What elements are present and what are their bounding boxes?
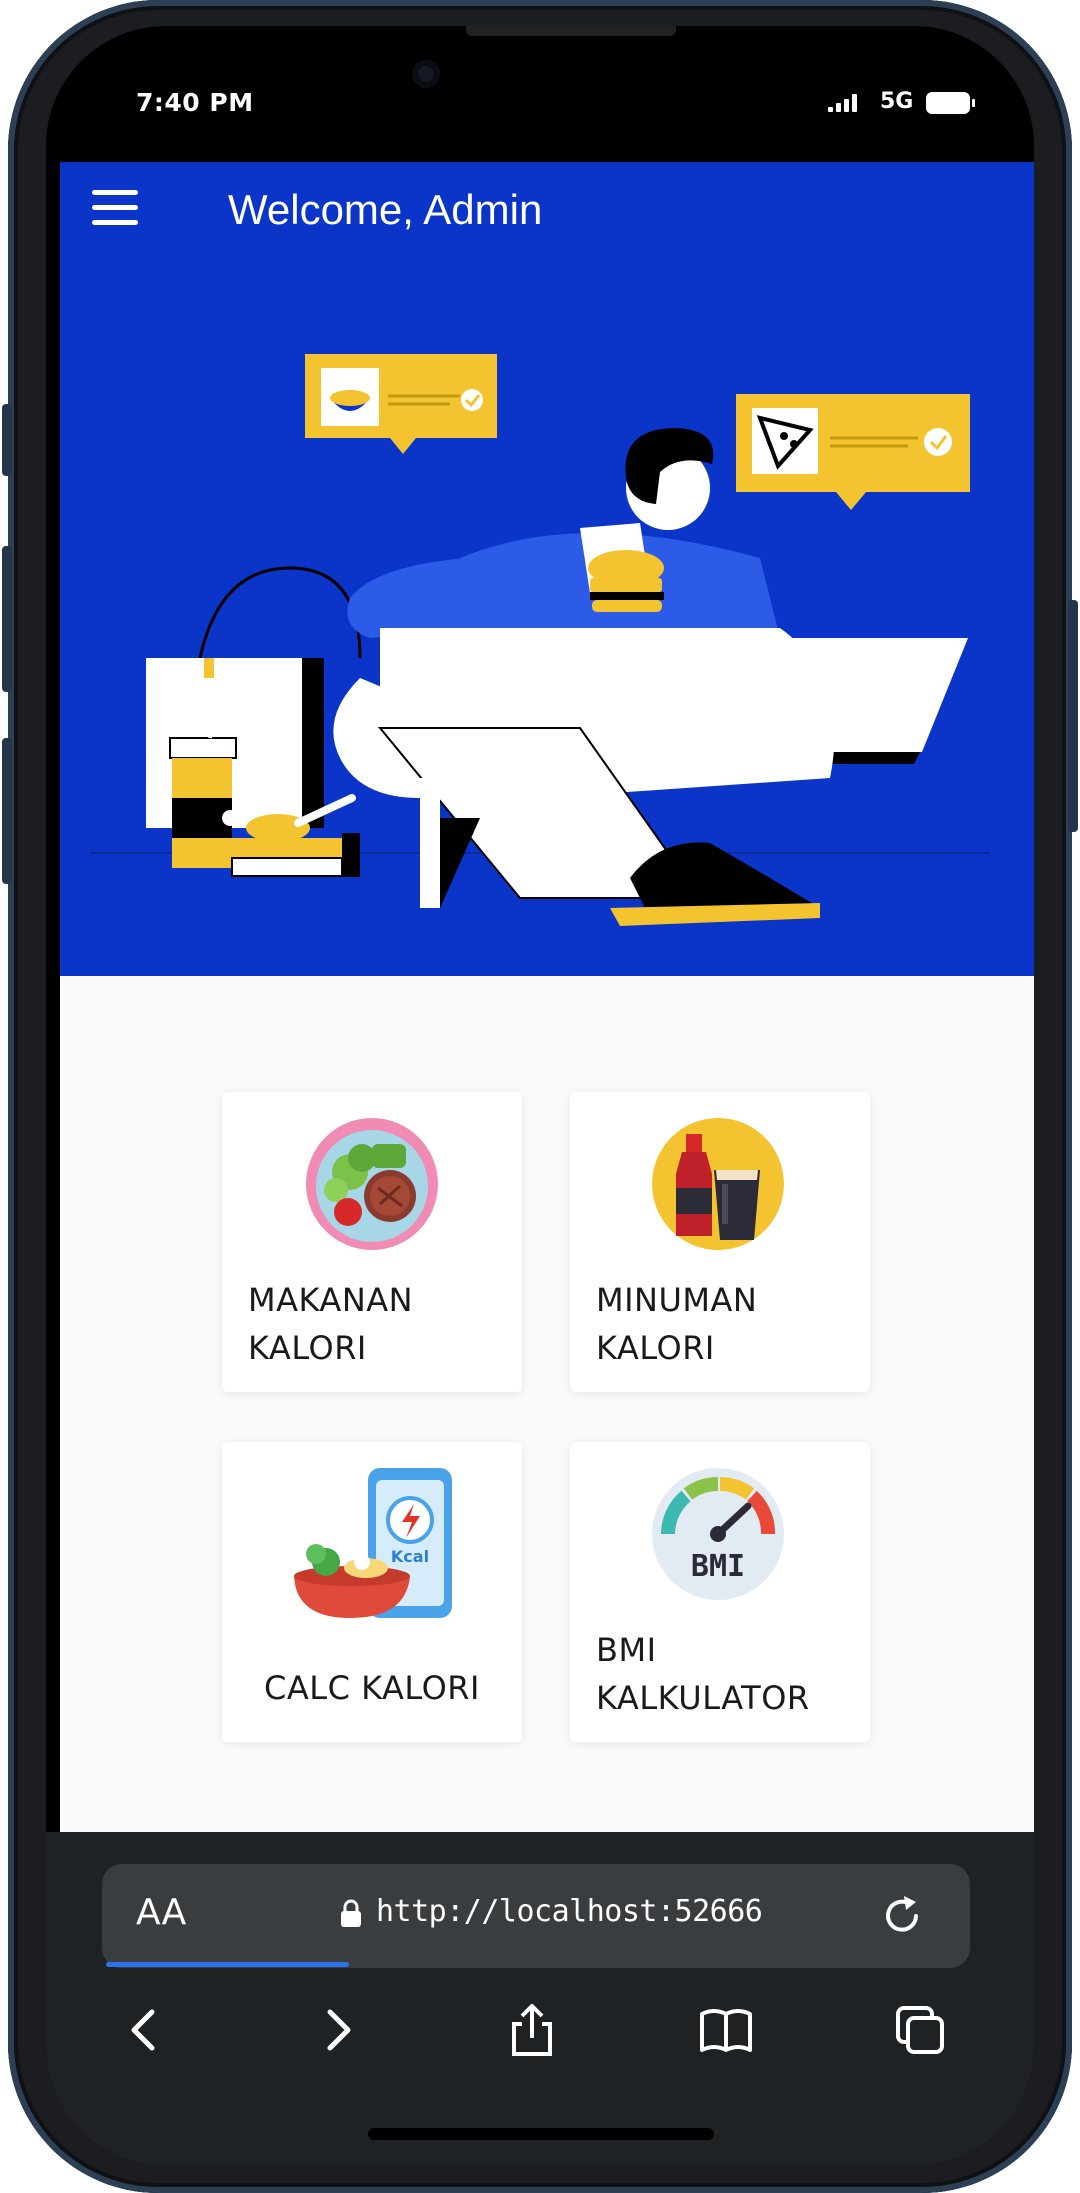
bmi-kalkulator-label: BMI KALKULATOR (596, 1631, 810, 1717)
app-content: Welcome, Admin MAKANAN KALORI MINUMAN KA… (60, 162, 1034, 1832)
bookmarks-icon[interactable] (696, 2000, 756, 2060)
url-text[interactable]: http://localhost:52666 (376, 1894, 763, 1929)
bowl-bubble-icon (305, 354, 497, 454)
bmi-kalkulator-card[interactable]: BMI BMI KALKULATOR (570, 1442, 870, 1742)
makanan-kalori-card[interactable]: MAKANAN KALORI (222, 1092, 522, 1392)
mute-switch (2, 404, 12, 476)
browser-toolbar: AA http://localhost:52666 (46, 1832, 1034, 2166)
calc-kalori-card[interactable]: Kcal CALC KALORI (222, 1442, 522, 1742)
hero-banner: Welcome, Admin (60, 162, 1034, 976)
kcal-calculator-icon: Kcal (294, 1468, 452, 1618)
page-load-progress (106, 1962, 349, 1967)
volume-down-button (2, 738, 12, 884)
calc-kalori-label: CALC KALORI (264, 1669, 480, 1707)
status-time: 7:40 PM (136, 88, 254, 117)
lock-icon (341, 1899, 361, 1927)
front-camera (412, 60, 440, 88)
svg-text:Kcal: Kcal (391, 1547, 429, 1566)
back-arrow-icon[interactable] (114, 2000, 174, 2060)
phone-screen: 7:40 PM 5G Welcome, Admin MAKANAN KALORI… (46, 26, 1034, 2166)
svg-text:BMI: BMI (691, 1549, 745, 1584)
address-bar[interactable]: AA http://localhost:52666 (102, 1864, 970, 1968)
salad-plate-icon (306, 1118, 438, 1250)
volume-up-button (2, 546, 12, 692)
battery-icon (926, 92, 975, 114)
share-icon[interactable] (502, 2000, 562, 2060)
bmi-gauge-icon: BMI (652, 1468, 784, 1600)
home-indicator (368, 2128, 714, 2140)
forward-arrow-icon[interactable] (308, 2000, 368, 2060)
status-bar: 7:40 PM 5G (46, 26, 1034, 162)
makanan-kalori-label: MAKANAN KALORI (248, 1281, 414, 1367)
speaker-grille (466, 26, 676, 36)
food-items-illustration (146, 566, 362, 877)
hamburger-menu-icon[interactable] (92, 188, 138, 228)
network-type: 5G (880, 89, 914, 114)
power-button (1068, 600, 1078, 832)
minuman-kalori-label: MINUMAN KALORI (596, 1281, 758, 1367)
app-bar: Welcome, Admin (60, 162, 1034, 258)
signal-strength-icon (828, 94, 857, 112)
text-size-button[interactable]: AA (136, 1892, 186, 1933)
person-eating-illustration (333, 428, 968, 926)
hero-illustration (90, 354, 990, 926)
reload-icon[interactable] (878, 1890, 928, 1940)
minuman-kalori-card[interactable]: MINUMAN KALORI (570, 1092, 870, 1392)
app-bar-title: Welcome, Admin (228, 186, 543, 233)
pizza-bubble-icon (736, 394, 970, 510)
tabs-icon[interactable] (890, 2000, 950, 2060)
drinks-bottle-icon (652, 1118, 784, 1250)
